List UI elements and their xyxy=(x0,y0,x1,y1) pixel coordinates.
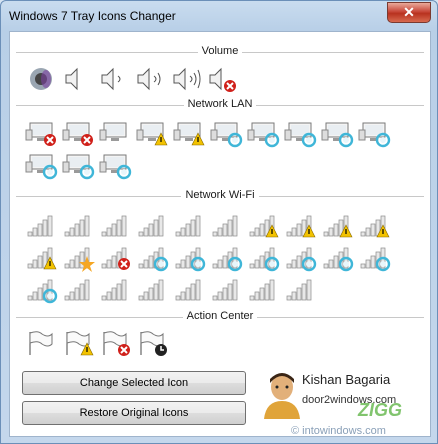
wifi-busy-icon[interactable] xyxy=(283,242,317,272)
app-window: Windows 7 Tray Icons Changer ✕ Volume Ne… xyxy=(0,0,438,444)
wifi-icon[interactable] xyxy=(98,274,132,304)
wifi-icon[interactable] xyxy=(246,274,280,304)
flag-warning-icon[interactable] xyxy=(61,328,95,358)
lan-busy-icon[interactable] xyxy=(283,118,317,148)
lan-busy-icon[interactable] xyxy=(61,150,95,180)
speaker-1-icon[interactable] xyxy=(96,64,130,94)
wifi-error-icon[interactable] xyxy=(98,242,132,272)
lan-warning-icon[interactable] xyxy=(172,118,206,148)
wifi-busy-icon[interactable] xyxy=(172,242,206,272)
section-wifi-label: Network Wi-Fi xyxy=(181,189,259,201)
window-title: Windows 7 Tray Icons Changer xyxy=(9,9,176,23)
wifi-warning-icon[interactable] xyxy=(320,210,354,240)
wifi-warning-icon[interactable] xyxy=(24,242,58,272)
lan-warning-icon[interactable] xyxy=(135,118,169,148)
speaker-3-icon[interactable] xyxy=(168,64,202,94)
wifi-warning-icon[interactable] xyxy=(283,210,317,240)
wifi-warning-icon[interactable] xyxy=(246,210,280,240)
section-action-center: Action Center xyxy=(10,310,430,324)
wifi-icon[interactable] xyxy=(61,210,95,240)
lan-normal-icon[interactable] xyxy=(98,118,132,148)
wifi-busy-icon[interactable] xyxy=(24,274,58,304)
wifi-busy-icon[interactable] xyxy=(135,242,169,272)
flag-error-icon[interactable] xyxy=(98,328,132,358)
footer-watermark: © intowindows.com xyxy=(291,425,386,437)
lan-busy-icon[interactable] xyxy=(98,150,132,180)
wifi-busy-icon[interactable] xyxy=(357,242,391,272)
lan-busy-icon[interactable] xyxy=(357,118,391,148)
lan-error-icon[interactable] xyxy=(61,118,95,148)
wifi-warning-icon[interactable] xyxy=(357,210,391,240)
section-network-lan: Network LAN xyxy=(10,98,430,112)
speaker-sound-icon[interactable] xyxy=(24,64,58,94)
section-lan-label: Network LAN xyxy=(183,98,257,110)
wifi-busy-icon[interactable] xyxy=(209,242,243,272)
section-volume: Volume xyxy=(10,45,430,59)
lan-error-icon[interactable] xyxy=(24,118,58,148)
wifi-icon[interactable] xyxy=(135,274,169,304)
wifi-icon[interactable] xyxy=(172,210,206,240)
speaker-2-icon[interactable] xyxy=(132,64,166,94)
wifi-icon[interactable] xyxy=(283,274,317,304)
section-action-label: Action Center xyxy=(182,310,258,322)
speaker-0-icon[interactable] xyxy=(60,64,94,94)
lan-busy-icon[interactable] xyxy=(320,118,354,148)
wifi-icon[interactable] xyxy=(61,274,95,304)
lan-busy-icon[interactable] xyxy=(246,118,280,148)
wifi-icon[interactable] xyxy=(98,210,132,240)
speaker-muted-icon[interactable] xyxy=(204,64,238,94)
wifi-star-icon[interactable] xyxy=(61,242,95,272)
restore-original-icons-button[interactable]: Restore Original Icons xyxy=(22,401,246,425)
wifi-busy-icon[interactable] xyxy=(320,242,354,272)
author-avatar xyxy=(262,371,302,419)
flag-clock-icon[interactable] xyxy=(135,328,169,358)
change-selected-icon-button[interactable]: Change Selected Icon xyxy=(22,371,246,395)
lan-busy-icon[interactable] xyxy=(209,118,243,148)
wifi-icon[interactable] xyxy=(135,210,169,240)
flag-icon[interactable] xyxy=(24,328,58,358)
wifi-icon[interactable] xyxy=(24,210,58,240)
section-volume-label: Volume xyxy=(197,45,243,57)
wifi-busy-icon[interactable] xyxy=(246,242,280,272)
wifi-icon[interactable] xyxy=(172,274,206,304)
wifi-icon[interactable] xyxy=(209,210,243,240)
title-bar[interactable]: Windows 7 Tray Icons Changer ✕ xyxy=(1,1,437,31)
section-network-wifi: Network Wi-Fi xyxy=(10,189,430,203)
zigg-watermark: ZIGG xyxy=(358,400,402,420)
author-name: Kishan Bagaria xyxy=(302,372,391,387)
close-button[interactable]: ✕ xyxy=(387,2,431,23)
client-area: Volume Network LAN Network Wi-Fi Action … xyxy=(9,31,431,437)
lan-busy-icon[interactable] xyxy=(24,150,58,180)
wifi-icon[interactable] xyxy=(209,274,243,304)
